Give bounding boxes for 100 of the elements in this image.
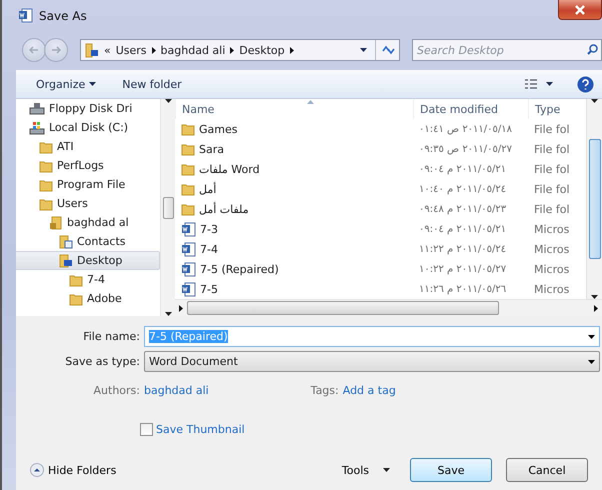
- caret-icon: [383, 468, 390, 472]
- type-cell-text: File fol: [533, 122, 571, 136]
- folder-icon: [69, 272, 83, 286]
- breadcrumb-overflow[interactable]: «: [104, 44, 111, 56]
- folder-icon: [181, 202, 195, 216]
- nav-tree-item[interactable]: Contacts: [16, 232, 160, 251]
- folder-icon: [85, 42, 99, 58]
- field-label: Save as type:: [64, 355, 140, 368]
- date-cell-text: ٢٠١١/٠٥/٢٣ م ٠٩:٤٨: [418, 204, 508, 214]
- type-cell-text: File fol: [533, 182, 571, 196]
- toolbar-button[interactable]: New folder: [122, 76, 182, 92]
- help-icon[interactable]: [577, 76, 594, 92]
- date-cell-text: ٢٠١١/٠٥/٢٤ م ١٠:٤٠: [418, 184, 508, 194]
- breadcrumb-item[interactable]: baghdad ali: [160, 44, 226, 56]
- file-name-cell: ملفات Word: [175, 162, 413, 176]
- date-cell-text: ٢٠١١/٠٥/٢٦ م ١١:٢٦: [418, 284, 508, 294]
- folder-icon: [39, 196, 53, 210]
- arrow-right-icon: [179, 304, 183, 312]
- nav-tree-item[interactable]: 7-4: [16, 270, 160, 289]
- authors-link[interactable]: baghdad ali: [144, 384, 209, 397]
- search-icon: [587, 44, 598, 55]
- date-cell-text: ٢٠١١/٠٥/٢٤ م ١١:٢٢: [418, 244, 508, 254]
- save-thumbnail-checkbox[interactable]: Save Thumbnail: [140, 423, 600, 436]
- save-type-dropdown[interactable]: Word Document: [144, 351, 600, 372]
- date-cell-text: ٢٠١١/٠٥/٢١ م ٠٩:٠٤: [418, 164, 508, 174]
- chevron-up-icon: [30, 463, 44, 477]
- hide-folders-button[interactable]: Hide Folders: [30, 463, 116, 477]
- type-cell-text: Micros: [533, 282, 570, 296]
- breadcrumb-item[interactable]: Users: [116, 44, 147, 56]
- tools-menu-button[interactable]: Tools: [336, 458, 396, 482]
- arrow-right-icon: [152, 46, 156, 54]
- date-cell-text: ٢٠١١/٠٥/٢١ م ٠٩:٠٤: [418, 224, 508, 234]
- word-document-icon: [181, 222, 196, 236]
- folder-icon: [69, 292, 83, 306]
- type-cell-text: Micros: [533, 262, 570, 276]
- nav-tree-item[interactable]: Desktop: [16, 251, 160, 270]
- tags-label: Tags:: [310, 384, 340, 397]
- breadcrumb-item[interactable]: Desktop: [239, 44, 285, 56]
- scrollbar[interactable]: [586, 99, 602, 299]
- nav-tree-item[interactable]: Program File: [16, 175, 160, 194]
- caret-icon: [546, 82, 553, 86]
- type-cell-text: Micros: [533, 222, 570, 236]
- file-name-cell: Sara: [175, 142, 413, 156]
- folder-icon: [181, 162, 195, 176]
- type-cell-text: Micros: [533, 242, 570, 256]
- window-title: Save As: [39, 9, 87, 23]
- caret-icon: [89, 82, 96, 86]
- arrow-right-icon: [51, 46, 61, 54]
- close-button[interactable]: [558, 0, 602, 20]
- date-cell-text: ٢٠١١/٠٥/٢٧ م ١٠:٢٢: [418, 264, 508, 274]
- nav-tree-item[interactable]: ATI: [16, 137, 160, 156]
- sort-arrow-icon: [307, 100, 314, 104]
- field-label: File name:: [82, 330, 140, 343]
- type-cell-text: File fol: [533, 202, 571, 216]
- word-document-icon: [18, 8, 33, 23]
- scrollbar-thumb[interactable]: [162, 196, 174, 218]
- file-name-cell: 7-3: [175, 222, 413, 236]
- scrollbar-thumb[interactable]: [187, 301, 499, 315]
- arrow-right-icon: [290, 46, 294, 54]
- dialog-button[interactable]: Save: [410, 458, 492, 482]
- date-cell-text: ٢٠١١/٠٥/٢٧ ص ٠٩:٣٥: [418, 144, 514, 154]
- dialog-button[interactable]: Cancel: [506, 458, 588, 482]
- search-field[interactable]: Search Desktop: [412, 39, 602, 61]
- authors-label: Authors:: [92, 384, 141, 397]
- floppy-drive-icon: [29, 102, 45, 116]
- word-document-icon: [181, 262, 196, 276]
- address-bar[interactable]: « Users baghdad ali Desktop: [80, 39, 400, 61]
- desktop-folder-icon: [59, 254, 73, 268]
- folder-icon: [39, 158, 53, 172]
- nav-tree-item[interactable]: Adobe: [16, 289, 160, 308]
- nav-tree-item[interactable]: baghdad al: [16, 213, 160, 232]
- horizontal-scrollbar[interactable]: [175, 299, 602, 316]
- file-name-cell: 7-5: [175, 282, 413, 296]
- contacts-folder-icon: [59, 234, 73, 248]
- file-name-cell: 7-5 (Repaired): [175, 262, 413, 276]
- arrow-left-icon: [29, 46, 39, 54]
- column-header[interactable]: Date modified: [413, 99, 528, 119]
- word-document-icon: [181, 242, 196, 256]
- view-options-icon[interactable]: [524, 78, 538, 90]
- toolbar-button[interactable]: Organize: [36, 76, 96, 92]
- nav-tree-item[interactable]: Users: [16, 194, 160, 213]
- nav-tree-item[interactable]: PerfLogs: [16, 156, 160, 175]
- type-cell-text: File fol: [533, 162, 571, 176]
- nav-tree-item[interactable]: Floppy Disk Dri: [16, 99, 160, 118]
- close-icon: [575, 4, 585, 14]
- arrow-right-icon: [230, 46, 234, 54]
- folder-icon: [181, 142, 195, 156]
- arrow-right-icon: [594, 304, 598, 312]
- scrollbar[interactable]: [160, 99, 175, 316]
- date-cell-text: ٢٠١١/٠٥/١٨ ص ٠١:٤١: [418, 124, 514, 134]
- word-document-icon: [181, 282, 196, 296]
- folder-icon: [181, 182, 195, 196]
- scrollbar-thumb[interactable]: [588, 139, 600, 259]
- hard-disk-icon: [29, 120, 45, 134]
- file-name-cell: 7-4: [175, 242, 413, 256]
- file-name-cell: Games: [175, 122, 413, 136]
- nav-tree-item[interactable]: Local Disk (C:): [16, 118, 160, 137]
- folder-icon: [39, 178, 53, 192]
- add-tag-link[interactable]: Add a tag: [342, 384, 396, 397]
- folder-icon: [39, 140, 53, 154]
